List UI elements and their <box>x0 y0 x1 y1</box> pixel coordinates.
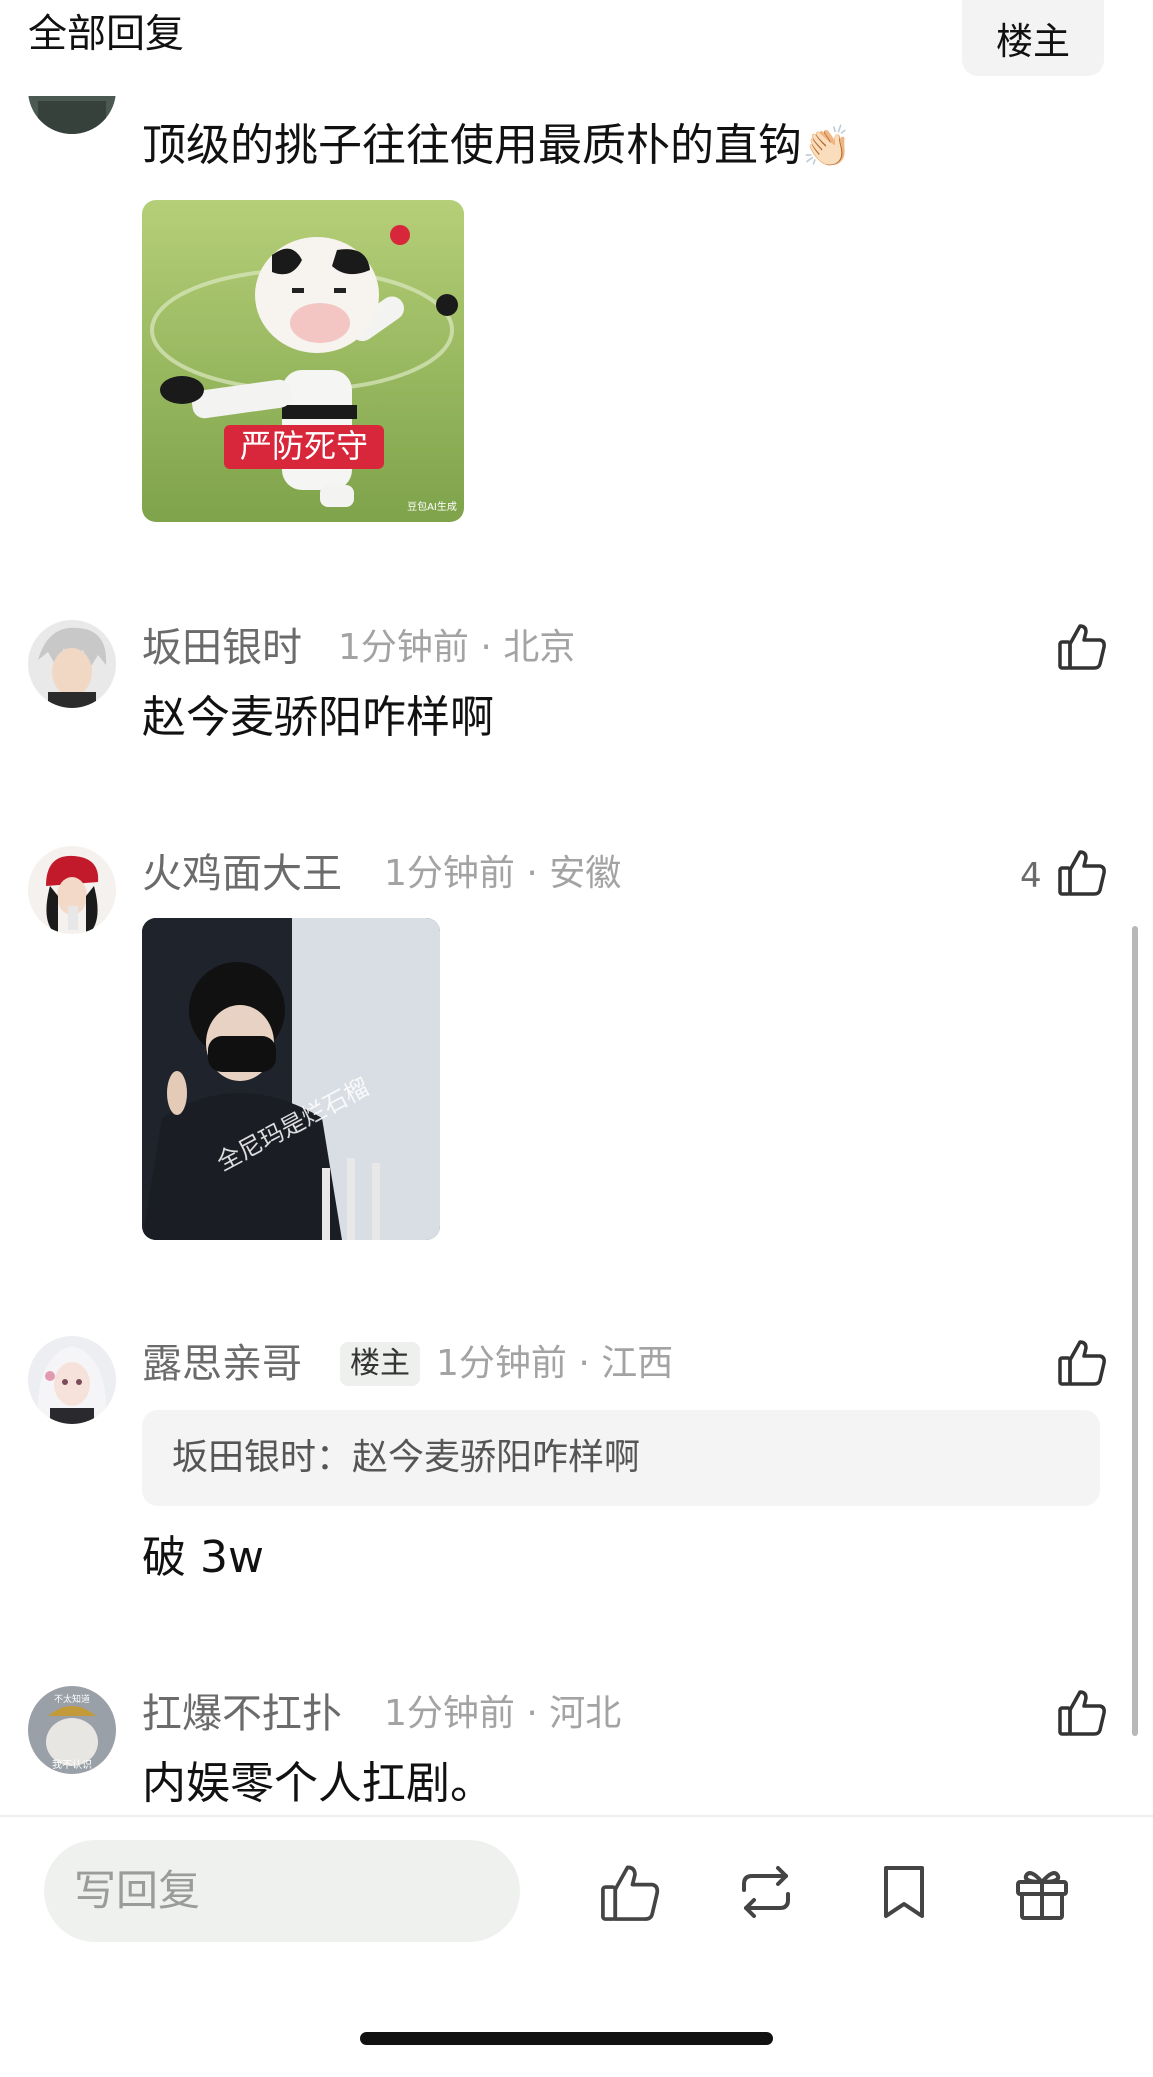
comment-text: 内娱零个人扛剧。 <box>142 1758 494 1809</box>
scrollbar[interactable] <box>1132 926 1138 1736</box>
comment-meta: 1分钟前 · 北京 <box>338 627 576 668</box>
like-count: 4 <box>1020 856 1042 896</box>
avatar-badge-top: 不太知道 <box>54 1693 90 1705</box>
quoted-reply[interactable]: 坂田银时：赵今麦骄阳咋样啊 <box>142 1410 1100 1506</box>
comment-author[interactable]: 坂田银时 <box>142 622 302 674</box>
like-icon[interactable] <box>1056 1336 1108 1388</box>
op-badge: 楼主 <box>340 1342 420 1386</box>
comment-author[interactable]: 火鸡面大王 <box>142 848 342 900</box>
comment-text: 破 3w <box>142 1532 264 1583</box>
comment-meta: 1分钟前 · 河北 <box>384 1693 622 1734</box>
op-only-button-overlay[interactable]: 楼主 <box>962 0 1104 76</box>
quote-author: 坂田银时： <box>172 1437 353 1478</box>
quote-text: 赵今麦骄阳咋样啊 <box>352 1437 641 1478</box>
sticker-caption: 严防死守 <box>240 427 368 465</box>
page-title-overlay: 全部回复 <box>28 12 185 57</box>
comment-author[interactable]: 扛爆不扛扑 <box>142 1688 342 1740</box>
comment-photo[interactable]: 全尼玛是烂石榴 <box>142 918 440 1240</box>
divider <box>0 1815 1153 1817</box>
avatar[interactable] <box>28 846 116 934</box>
sticker-image[interactable]: 严防死守 豆包AI生成 <box>142 200 464 522</box>
sticker-watermark: 豆包AI生成 <box>407 500 457 513</box>
gift-icon[interactable] <box>1010 1860 1074 1924</box>
like-icon[interactable] <box>1056 846 1108 898</box>
avatar[interactable] <box>28 1336 116 1424</box>
comment-text: 赵今麦骄阳咋样啊 <box>142 692 494 743</box>
repost-icon[interactable] <box>734 1860 798 1924</box>
like-icon[interactable] <box>598 1860 662 1924</box>
clap-icon: 👏🏻 <box>802 124 852 170</box>
comment-meta: 1分钟前 · 安徽 <box>384 853 622 894</box>
comment-text: 顶级的挑子往往使用最质朴的直钩👏🏻 <box>142 120 852 171</box>
comment-meta: 1分钟前 · 江西 <box>436 1343 674 1384</box>
reply-placeholder: 写回复 <box>74 1866 201 1915</box>
avatar[interactable] <box>28 620 116 708</box>
like-icon[interactable] <box>1056 620 1108 672</box>
avatar-badge-bottom: 我不认识 <box>52 1758 92 1771</box>
bookmark-icon[interactable] <box>872 1860 936 1924</box>
avatar[interactable]: 不太知道 我不认识 <box>28 1686 116 1774</box>
reply-input[interactable]: 写回复 <box>44 1840 520 1942</box>
like-icon[interactable] <box>1056 1686 1108 1738</box>
home-indicator[interactable] <box>360 2032 773 2045</box>
comment-author[interactable]: 露思亲哥 <box>142 1338 302 1390</box>
